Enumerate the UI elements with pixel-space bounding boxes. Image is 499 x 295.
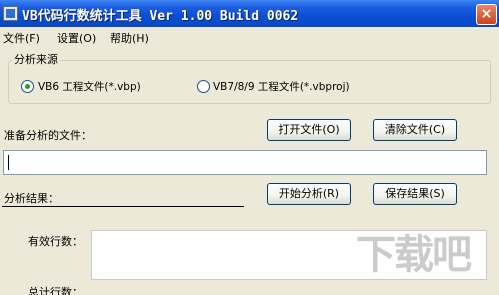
menu-file[interactable]: 文件(F) <box>3 30 40 46</box>
start-analysis-button[interactable]: 开始分析(R) <box>267 183 351 205</box>
menu-bar: 文件(F) 设置(O) 帮助(H) <box>0 27 499 46</box>
radio-vbnet-label[interactable]: VB7/8/9 工程文件(*.vbproj) <box>213 79 350 94</box>
title-bar[interactable]: VB代码行数统计工具 Ver 1.00 Build 0062 × <box>0 0 499 27</box>
result-label: 分析结果： <box>4 192 59 205</box>
radio-vb6[interactable] <box>21 80 34 93</box>
file-path-input[interactable] <box>3 150 487 175</box>
text-caret <box>8 155 9 170</box>
radio-vb6-label[interactable]: VB6 工程文件(*.vbp) <box>38 79 141 94</box>
result-separator <box>2 206 244 208</box>
menu-help[interactable]: 帮助(H) <box>110 30 149 46</box>
close-button[interactable]: × <box>476 4 497 25</box>
save-result-button[interactable]: 保存结果(S) <box>373 183 457 205</box>
total-lines-label: 总计行数： <box>28 286 83 295</box>
file-label: 准备分析的文件： <box>4 129 92 142</box>
watermark-logo: 下载吧 <box>356 232 472 278</box>
open-file-button[interactable]: 打开文件(O) <box>267 119 351 141</box>
app-icon <box>3 6 18 21</box>
clear-file-button[interactable]: 清除文件(C) <box>373 119 457 141</box>
menu-settings[interactable]: 设置(O) <box>57 30 96 46</box>
radio-vbnet[interactable] <box>197 80 210 93</box>
effective-lines-label: 有效行数： <box>28 235 83 248</box>
source-group-label: 分析来源 <box>12 51 60 67</box>
window-title: VB代码行数统计工具 Ver 1.00 Build 0062 <box>22 9 299 24</box>
